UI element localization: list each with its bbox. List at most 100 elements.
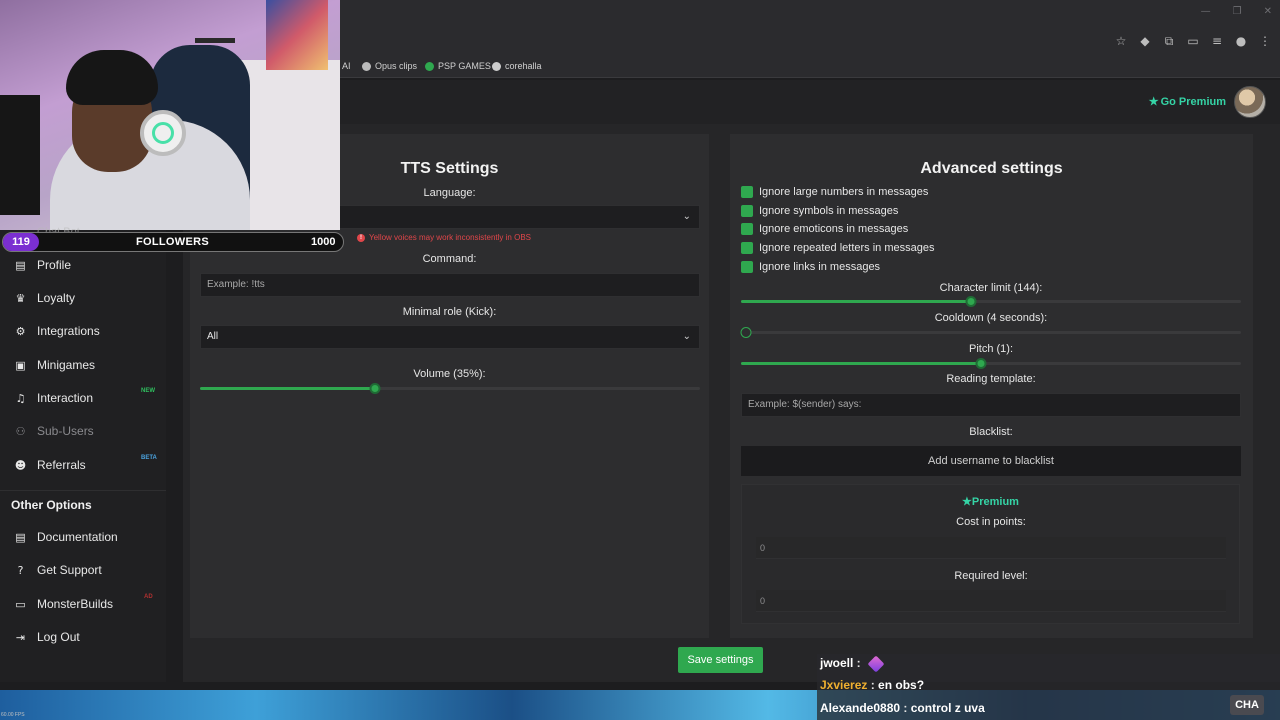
sidebar-item-label: Interaction (37, 391, 94, 405)
reading-template-label: Reading template: (946, 373, 1036, 385)
advanced-checkbox-row[interactable]: Ignore links in messages (741, 261, 880, 273)
trophy-icon: ♛ (15, 291, 26, 305)
premium-label: Premium (971, 496, 1019, 508)
puzzle-icon[interactable]: ⧉ (1162, 34, 1176, 49)
checkbox[interactable] (741, 205, 753, 217)
bookmark-psp-games[interactable]: PSP GAMES (425, 61, 491, 71)
chat-separator: : (900, 701, 911, 715)
checkbox[interactable] (741, 242, 753, 254)
window-controls: — ❐ ✕ (1201, 6, 1272, 17)
warning-text: Yellow voices may work inconsistently in… (369, 233, 531, 242)
checkbox[interactable] (741, 223, 753, 235)
add-to-blacklist-button[interactable]: Add username to blacklist (741, 446, 1241, 476)
sidebar-item-log-out[interactable]: ⇥ Log Out (14, 630, 80, 644)
sidebar-item-sub-users[interactable]: ⚇ Sub-Users (14, 424, 94, 438)
integrations-icon: ⚙ (15, 324, 26, 338)
advanced-checkbox-row[interactable]: Ignore repeated letters in messages (741, 242, 935, 254)
referrals-icon: ☻ (14, 458, 27, 472)
cooldown-label: Cooldown (4 seconds): (934, 312, 1048, 324)
profile-icon[interactable]: ● (1234, 34, 1248, 49)
character-limit-handle[interactable] (965, 296, 977, 307)
checkbox-label: Ignore links in messages (759, 261, 881, 273)
chat-message: jwoell : (820, 655, 885, 673)
sidebar-item-profile[interactable]: ▤ Profile (14, 258, 71, 272)
sidebar-item-minigames[interactable]: ▣ Minigames (14, 358, 95, 372)
minimal-role-label: Minimal role (Kick): (402, 306, 497, 318)
bookmark-label: AI (342, 61, 351, 71)
volume-slider-handle[interactable] (369, 383, 381, 394)
required-level-input[interactable]: 0 (756, 590, 1226, 612)
sidebar-divider (0, 490, 166, 491)
character-limit-slider[interactable] (741, 296, 1241, 307)
menu-icon[interactable]: ≡ (1210, 34, 1224, 49)
reading-template-input[interactable]: Example: $(sender) says: (741, 393, 1241, 417)
character-limit-label: Character limit (144): (939, 282, 1043, 294)
sidebar-item-integrations[interactable]: ⚙ Integrations (14, 324, 100, 338)
chat-message: Jxvierez : en obs? (820, 678, 924, 692)
blacklist-label: Blacklist: (969, 426, 1013, 438)
webcam-poster (266, 0, 328, 70)
minimize-icon[interactable]: — (1201, 6, 1211, 17)
checkbox[interactable] (741, 261, 753, 273)
command-input[interactable]: Example: !tts (200, 273, 700, 297)
bookmark-ai[interactable]: AI (342, 61, 351, 71)
sidebar-item-interaction[interactable]: ♫ Interaction (14, 391, 93, 405)
sidebar-item-monsterbuilds[interactable]: ▭ MonsterBuilds (14, 597, 113, 611)
pitch-handle[interactable] (975, 358, 987, 369)
bookmark-label: PSP GAMES (438, 61, 491, 71)
browser-toolbar-icons: ☆ ◆ ⧉ ▭ ≡ ● ⋮ (1114, 34, 1272, 49)
chat-message: Alexande0880 : control z uva (820, 701, 985, 715)
advanced-checkbox-row[interactable]: Ignore symbols in messages (741, 205, 898, 217)
extension-icon[interactable]: ◆ (1138, 34, 1152, 49)
sidebar-item-label: Get Support (37, 563, 102, 577)
advanced-checkbox-row[interactable]: Ignore emoticons in messages (741, 223, 908, 235)
save-settings-button[interactable]: Save settings (678, 647, 763, 673)
opus-clips-icon (362, 61, 371, 71)
followers-current: 119 (3, 233, 39, 251)
document-icon: ▤ (15, 530, 26, 544)
pitch-slider[interactable] (741, 358, 1241, 369)
close-icon[interactable]: ✕ (1264, 6, 1272, 17)
help-icon: ? (17, 563, 24, 577)
go-premium-label: Go Premium (1160, 95, 1226, 108)
emote-icon (867, 655, 885, 673)
chat-button[interactable]: CHA (1230, 695, 1264, 715)
cooldown-slider[interactable] (740, 327, 1241, 338)
bookmark-corehalla[interactable]: corehalla (492, 61, 542, 71)
cooldown-handle[interactable] (740, 327, 752, 338)
bookmark-label: Opus clips (375, 61, 418, 71)
sidebar-item-get-support[interactable]: ? Get Support (14, 563, 102, 577)
sidebar-badge: NEW (141, 388, 155, 394)
chat-separator: : (867, 678, 879, 692)
more-icon[interactable]: ⋮ (1258, 34, 1272, 49)
bookmark-opus-clips[interactable]: Opus clips (362, 61, 417, 71)
sidebar-item-documentation[interactable]: ▤ Documentation (14, 530, 118, 544)
advanced-settings-title: Advanced settings (920, 160, 1063, 177)
music-icon: ♫ (15, 391, 26, 405)
other-options-heading: Other Options (11, 498, 92, 512)
sidebar-item-label: Documentation (37, 530, 118, 544)
chat-username: jwoell (820, 656, 854, 670)
user-avatar[interactable] (1234, 86, 1266, 118)
cost-in-points-input[interactable]: 0 (756, 537, 1226, 559)
advanced-checkbox-row[interactable]: Ignore large numbers in messages (741, 186, 928, 198)
pitch-fill (741, 362, 981, 365)
checkbox-label: Ignore large numbers in messages (759, 186, 929, 198)
sidebar-item-loyalty[interactable]: ♛ Loyalty (14, 291, 75, 305)
go-premium-link[interactable]: ★ Go Premium (1149, 95, 1226, 109)
checkbox[interactable] (741, 186, 753, 198)
restore-icon[interactable]: ❐ (1233, 6, 1242, 17)
followers-label: FOLLOWERS (136, 236, 209, 248)
minimal-role-select[interactable]: All ⌄ (200, 325, 700, 349)
chat-text: en obs? (878, 678, 925, 692)
sidebar-item-label: Profile (37, 258, 72, 272)
volume-slider[interactable] (200, 383, 700, 394)
volume-label: Volume (35%): (413, 368, 486, 380)
checkbox-label: Ignore symbols in messages (759, 205, 899, 217)
checkbox-label: Ignore emoticons in messages (759, 223, 909, 235)
sidebar-item-referrals[interactable]: ☻ Referrals (14, 458, 86, 472)
bookmark-label: corehalla (505, 61, 542, 71)
star-icon[interactable]: ☆ (1114, 34, 1128, 49)
tab-icon[interactable]: ▭ (1186, 34, 1200, 49)
sidebar-badge: AD (144, 594, 153, 600)
